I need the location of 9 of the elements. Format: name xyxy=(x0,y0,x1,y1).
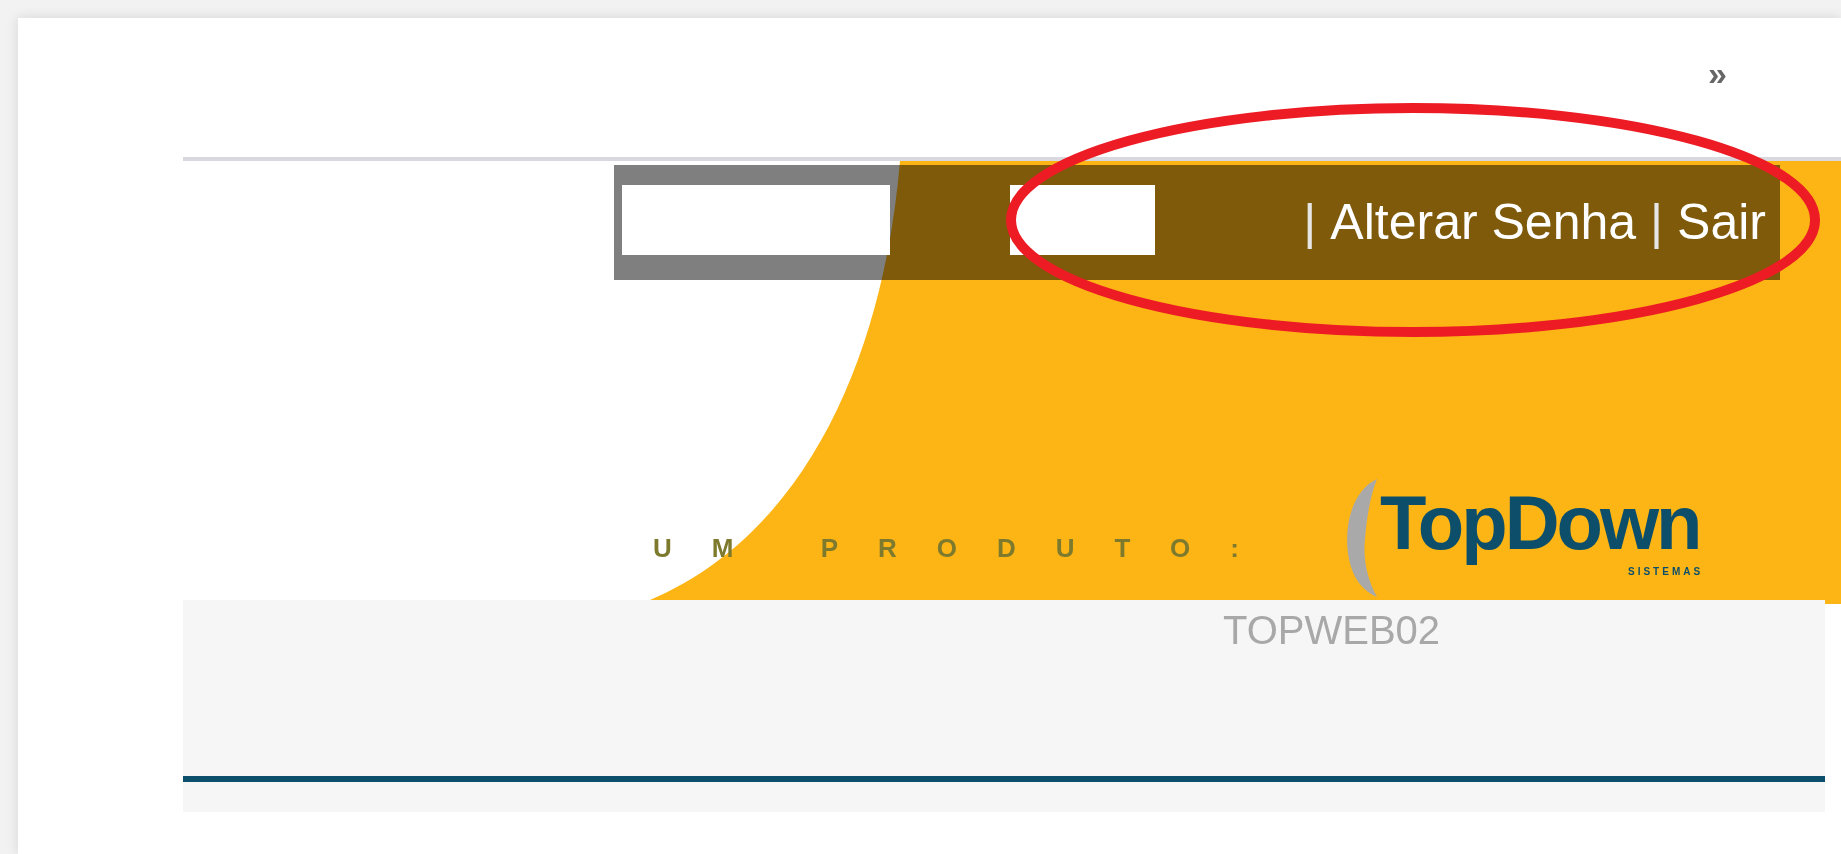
expand-toggle[interactable]: » xyxy=(1708,56,1727,90)
logo-text: TopDown xyxy=(1380,479,1701,567)
tagline: UM PRODUTO: xyxy=(653,532,1279,565)
logo-subtitle: SISTEMAS xyxy=(1628,567,1704,577)
header-link[interactable]: Sair xyxy=(1677,185,1766,260)
server-label: TOPWEB02 xyxy=(1223,608,1441,652)
header-link[interactable]: Alterar Senha xyxy=(1330,185,1637,260)
separator: | xyxy=(1303,193,1317,252)
separator: | xyxy=(1650,193,1664,252)
